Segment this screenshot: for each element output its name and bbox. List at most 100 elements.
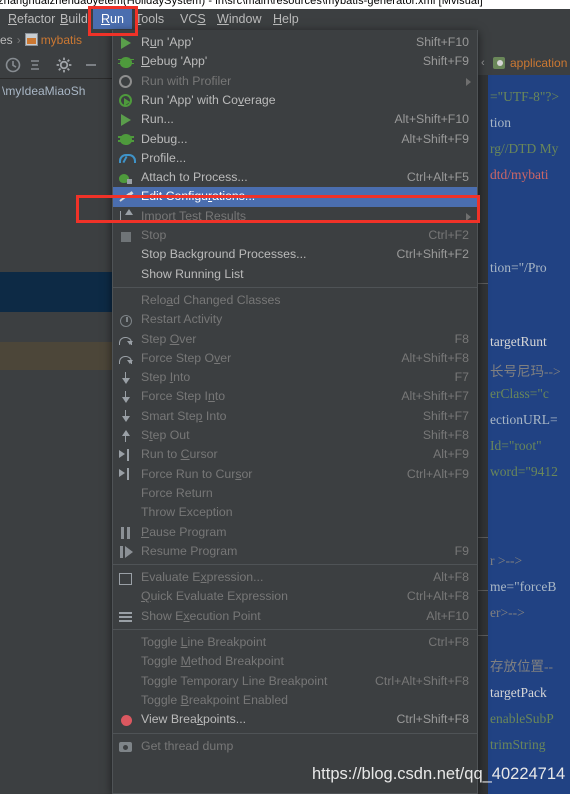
menu-item-run-app[interactable]: Run 'App' Shift+F10	[113, 33, 477, 52]
menu-item-label: Profile...	[141, 150, 187, 165]
menu-item-label: Resume Program	[141, 543, 238, 558]
menu-item-attach-to-process[interactable]: Attach to Process... Ctrl+Alt+F5	[113, 168, 477, 187]
menu-item-quick-evaluate-expression[interactable]: Quick Evaluate Expression Ctrl+Alt+F8	[113, 587, 477, 606]
menubar-item-label: VCS	[180, 12, 206, 26]
menu-item-get-thread-dump[interactable]: Get thread dump	[113, 737, 477, 756]
menu-item-shortcut: F7	[454, 370, 469, 385]
menu-item-label: Step Out	[141, 428, 190, 442]
step-over-icon	[118, 351, 133, 366]
menu-item-force-step-into[interactable]: Force Step Into Alt+Shift+F7	[113, 387, 477, 406]
menu-item-restart-activity[interactable]: Restart Activity	[113, 310, 477, 329]
menu-item-label: Run 'App'	[141, 35, 194, 49]
xml-file-icon	[24, 33, 38, 46]
menu-item-label: Evaluate Expression...	[141, 570, 264, 585]
tab-label: application	[510, 56, 568, 70]
menu-item-force-run-to-cursor[interactable]: Force Run to Cursor Ctrl+Alt+F9	[113, 465, 477, 484]
code-line: dtd/mybati	[490, 167, 549, 182]
menu-item-view-breakpoints[interactable]: View Breakpoints... Ctrl+Shift+F8	[113, 710, 477, 729]
step-out-icon	[118, 429, 133, 444]
history-clock-icon[interactable]	[4, 56, 22, 74]
run-menu-popup[interactable]: Run 'App' Shift+F10 Debug 'App' Shift+F9 Run…	[112, 30, 478, 794]
menu-item-stop[interactable]: Stop Ctrl+F2	[113, 226, 477, 245]
code-line: word="9412	[490, 464, 558, 479]
menu-item-label: View Breakpoints...	[141, 712, 247, 727]
menu-item-show-execution-point[interactable]: Show Execution Point Alt+F10	[113, 607, 477, 626]
menubar-item-vcs[interactable]: VCS	[172, 9, 214, 29]
menu-item-toggle-temporary-line-breakpoint[interactable]: Toggle Temporary Line Breakpoint Ctrl+Alt…	[113, 672, 477, 691]
edit-configurations-highlight-box	[76, 195, 480, 223]
breadcrumb-segment-file[interactable]: mybatis	[41, 33, 82, 47]
menu-item-toggle-breakpoint-enabled[interactable]: Toggle Breakpoint Enabled	[113, 691, 477, 710]
step-into-icon	[118, 390, 133, 405]
fold-marker[interactable]	[478, 590, 488, 591]
menu-item-label: Step Over	[141, 331, 197, 346]
menu-item-smart-step-into[interactable]: Smart Step Into Shift+F7	[113, 407, 477, 426]
menu-item-label: Show Execution Point	[141, 608, 261, 623]
editor-toolbar[interactable]	[0, 51, 115, 79]
menu-item-toggle-method-breakpoint[interactable]: Toggle Method Breakpoint	[113, 652, 477, 671]
highlight-band-blue	[0, 272, 112, 312]
menu-item-shortcut: Ctrl+Alt+F9	[406, 466, 469, 481]
code-line: Id="root"	[490, 438, 542, 453]
expand-collapse-icon[interactable]	[26, 56, 44, 74]
editor-tab-strip[interactable]: ‹ application	[478, 51, 570, 75]
menu-item-step-into[interactable]: Step Into F7	[113, 368, 477, 387]
menu-item-debug[interactable]: Debug... Alt+Shift+F9	[113, 130, 477, 149]
breadcrumb-separator-icon: ›	[16, 33, 21, 47]
tab-application[interactable]: application	[492, 51, 567, 75]
menu-item-shortcut: Alt+F10	[426, 608, 469, 623]
fold-marker[interactable]	[478, 635, 488, 636]
code-line: 长号尼玛-->	[490, 364, 561, 379]
menu-item-force-return[interactable]: Force Return	[113, 484, 477, 503]
menubar-item-window[interactable]: Window	[209, 9, 269, 29]
menu-separator	[113, 629, 477, 630]
fold-marker[interactable]	[478, 283, 488, 284]
menu-item-pause-program[interactable]: Pause Program	[113, 523, 477, 542]
menu-item-debug-app[interactable]: Debug 'App' Shift+F9	[113, 52, 477, 71]
breadcrumb-segment-resources[interactable]: es	[0, 33, 13, 47]
menu-item-step-out[interactable]: Step Out Shift+F8	[113, 426, 477, 445]
menu-item-label: Stop Background Processes...	[141, 247, 307, 262]
fold-marker[interactable]	[478, 537, 488, 538]
gear-icon[interactable]	[55, 56, 73, 74]
menu-item-show-running-list[interactable]: Show Running List	[113, 265, 477, 284]
menu-item-run-to-cursor[interactable]: Run to Cursor Alt+F9	[113, 445, 477, 464]
menu-item-run-app-with-coverage[interactable]: Run 'App' with Coverage	[113, 91, 477, 110]
minimize-icon[interactable]	[82, 56, 100, 74]
code-line: erClass="c	[490, 386, 549, 401]
editor-gutter	[478, 75, 488, 794]
step-into-icon	[118, 371, 133, 386]
menu-item-stop-background-processes[interactable]: Stop Background Processes... Ctrl+Shift+F…	[113, 245, 477, 264]
menu-item-step-over[interactable]: Step Over F8	[113, 330, 477, 349]
restart-icon	[118, 313, 133, 328]
menu-item-throw-exception[interactable]: Throw Exception	[113, 503, 477, 522]
code-line: enableSubP	[490, 711, 554, 726]
chevron-right-icon	[466, 77, 471, 86]
menu-item-shortcut: Ctrl+Alt+Shift+F8	[375, 673, 469, 688]
menu-bar[interactable]: Refactor Build Run Tools VCS Window Help	[0, 9, 570, 29]
menubar-item-help[interactable]: Help	[265, 9, 307, 29]
menu-item-toggle-line-breakpoint[interactable]: Toggle Line Breakpoint Ctrl+F8	[113, 633, 477, 652]
menu-item-label: Debug 'App'	[141, 54, 208, 69]
chevron-left-icon[interactable]: ‹	[481, 57, 485, 69]
menu-item-force-step-over[interactable]: Force Step Over Alt+Shift+F8	[113, 349, 477, 368]
menu-item-shortcut: F8	[454, 331, 469, 346]
menu-item-label: Force Step Over	[141, 350, 232, 365]
menu-item-profile[interactable]: Profile...	[113, 149, 477, 168]
menu-item-reload-changed-classes[interactable]: Reload Changed Classes	[113, 291, 477, 310]
watermark-text: https://blog.csdn.net/qq_40224714	[312, 765, 566, 783]
menu-item-resume-program[interactable]: Resume Program F9	[113, 542, 477, 561]
menu-item-shortcut: F9	[454, 543, 469, 558]
menubar-item-label: Refactor	[8, 12, 56, 26]
menu-item-label: Force Run to Cursor	[141, 466, 253, 481]
menu-item-label: Get thread dump	[141, 738, 234, 753]
menu-item-run-with-profiler[interactable]: Run with Profiler	[113, 72, 477, 91]
menu-item-evaluate-expression[interactable]: Evaluate Expression... Alt+F8	[113, 568, 477, 587]
code-line: trimString	[490, 737, 546, 752]
code-editor-content[interactable]: ="UTF-8"?> tion rg//DTD My dtd/mybati tion="…	[478, 75, 570, 794]
menu-item-run[interactable]: Run... Alt+Shift+F10	[113, 110, 477, 129]
breadcrumb[interactable]: es › mybatis	[0, 31, 82, 49]
menu-item-shortcut: Shift+F8	[422, 428, 469, 442]
resume-icon	[118, 544, 133, 559]
menu-item-label: Restart Activity	[141, 312, 223, 327]
